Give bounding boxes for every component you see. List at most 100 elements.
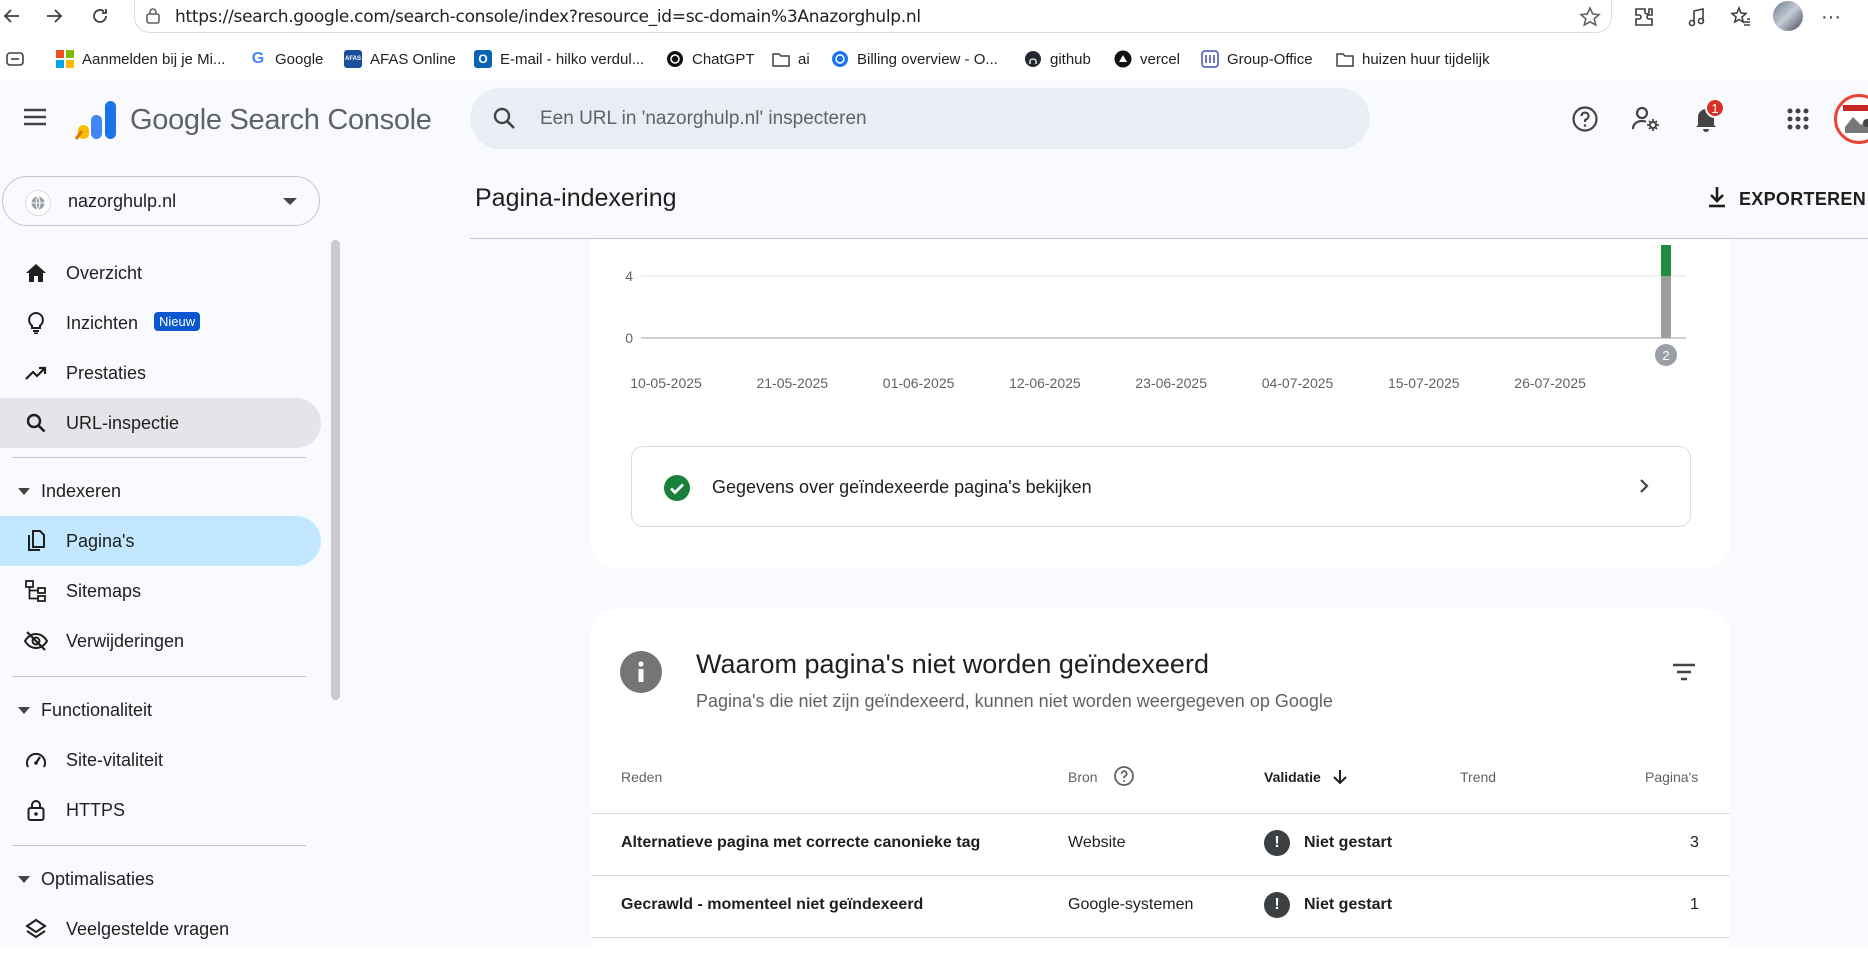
- apps-grid-icon[interactable]: [1783, 104, 1813, 134]
- sidebar-item-prestaties[interactable]: Prestaties: [0, 348, 321, 398]
- sidebar-item-label: Site-vitaliteit: [66, 750, 164, 770]
- table-row: [591, 937, 1730, 957]
- section-functionaliteit[interactable]: Functionaliteit: [0, 690, 321, 730]
- back-icon[interactable]: [0, 4, 24, 28]
- sidebar-item-verwijderingen[interactable]: Verwijderingen: [0, 616, 321, 666]
- bookmark-microsoft[interactable]: Aanmelden bij je Mi...: [56, 48, 225, 70]
- afas-icon: AFAS: [344, 50, 362, 68]
- bookmark-google[interactable]: G Google: [249, 48, 324, 70]
- media-icon[interactable]: [1684, 4, 1710, 30]
- page-title: Pagina-indexering: [475, 184, 677, 212]
- bookmark-label: AFAS Online: [370, 50, 456, 68]
- help-icon[interactable]: [1113, 765, 1135, 790]
- bookmark-label: Aanmelden bij je Mi...: [82, 50, 226, 68]
- bookmark-label: github: [1050, 50, 1091, 68]
- x-tick-label: 26-07-2025: [1514, 375, 1586, 391]
- bookmark-folder-huizen[interactable]: huizen huur tijdelijk: [1336, 48, 1490, 70]
- manage-users-icon[interactable]: [1631, 104, 1661, 134]
- new-badge: Nieuw: [154, 312, 201, 331]
- sidebar-item-overzicht[interactable]: Overzicht: [0, 248, 321, 298]
- bookmark-github[interactable]: github: [1024, 48, 1091, 70]
- property-selector[interactable]: nazorghulp.nl: [2, 176, 320, 226]
- column-header-validatie[interactable]: Validatie: [1264, 769, 1321, 785]
- app-brand[interactable]: Google Search Console: [130, 104, 432, 137]
- filter-icon[interactable]: [1672, 663, 1696, 686]
- group-office-icon: [1201, 50, 1219, 68]
- bookmark-email[interactable]: O E-mail - hilko verdul...: [474, 48, 644, 70]
- sidebar-divider: [12, 457, 306, 458]
- vercel-icon: [1114, 50, 1132, 68]
- sidebar-item-label: Overzicht: [66, 263, 143, 283]
- section-label: Functionaliteit: [41, 700, 153, 720]
- github-icon: [1024, 50, 1042, 68]
- account-avatar[interactable]: [1834, 94, 1868, 144]
- bookmark-vercel[interactable]: vercel: [1114, 48, 1180, 70]
- sidebar-scrollbar[interactable]: [331, 240, 340, 700]
- search-icon: [492, 106, 516, 135]
- reading-list-icon[interactable]: [6, 48, 24, 70]
- bookmark-billing[interactable]: Billing overview - O...: [831, 48, 998, 70]
- view-indexed-pages-link[interactable]: Gegevens over geïndexeerde pagina's beki…: [631, 446, 1691, 527]
- trending-up-icon: [24, 361, 48, 385]
- favorites-icon[interactable]: [1728, 4, 1754, 30]
- forward-icon[interactable]: [42, 4, 66, 28]
- table-row[interactable]: Alternatieve pagina met correcte canonie…: [591, 813, 1730, 875]
- help-icon[interactable]: [1570, 104, 1600, 134]
- sidebar-item-site-vitaliteit[interactable]: Site-vitaliteit: [0, 735, 321, 785]
- speed-icon: [24, 748, 48, 772]
- export-button[interactable]: EXPORTEREN: [1707, 184, 1866, 214]
- row-reason: Alternatieve pagina met correcte canonie…: [621, 834, 981, 851]
- column-header-reden[interactable]: Reden: [621, 769, 662, 785]
- sidebar-item-paginas[interactable]: Pagina's: [0, 516, 321, 566]
- bookmark-afas[interactable]: AFAS AFAS Online: [344, 48, 456, 70]
- url-inspect-search[interactable]: Een URL in 'nazorghulp.nl' inspecteren: [470, 88, 1370, 149]
- sidebar-divider: [12, 676, 306, 677]
- bar-not-indexed: [1661, 276, 1671, 338]
- google-icon: G: [251, 50, 265, 67]
- menu-icon[interactable]: [22, 106, 48, 133]
- search-placeholder[interactable]: Een URL in 'nazorghulp.nl' inspecteren: [540, 108, 867, 130]
- chevron-down-icon: [283, 198, 297, 205]
- bookmark-label: vercel: [1140, 50, 1181, 68]
- bookmark-star-icon[interactable]: [1579, 6, 1601, 33]
- address-bar[interactable]: https://search.google.com/search-console…: [134, 0, 1612, 33]
- sidebar-item-https[interactable]: HTTPS: [0, 785, 321, 835]
- collapse-arrow-icon: [18, 488, 30, 495]
- column-header-bron[interactable]: Bron: [1068, 769, 1098, 785]
- download-icon: [1707, 185, 1727, 214]
- section-label: Indexeren: [41, 481, 122, 501]
- bookmark-chatgpt[interactable]: ChatGPT: [666, 48, 755, 70]
- section-indexeren[interactable]: Indexeren: [0, 471, 321, 511]
- sidebar-item-inzichten[interactable]: Inzichten Nieuw: [0, 298, 321, 348]
- table-row[interactable]: Gecrawld - momenteel niet geïndexeerd Go…: [591, 875, 1730, 937]
- column-header-paginas[interactable]: Pagina's: [1645, 769, 1698, 785]
- more-options-icon[interactable]: ···: [1818, 4, 1844, 30]
- sidebar-item-url-inspectie[interactable]: URL-inspectie: [0, 398, 321, 448]
- url-text[interactable]: https://search.google.com/search-console…: [175, 7, 921, 27]
- row-validation: Niet gestart: [1304, 834, 1393, 851]
- sidebar-item-label: Verwijderingen: [66, 631, 185, 651]
- sidebar-item-sitemaps[interactable]: Sitemaps: [0, 566, 321, 616]
- x-tick-label: 04-07-2025: [1262, 375, 1334, 391]
- sort-arrow-down-icon[interactable]: [1332, 768, 1348, 789]
- sidebar-item-label: Sitemaps: [66, 581, 142, 601]
- extensions-icon[interactable]: [1631, 4, 1657, 30]
- bookmark-label: E-mail - hilko verdul...: [500, 50, 645, 68]
- bar-indexed: [1661, 245, 1671, 276]
- section-label: Optimalisaties: [41, 869, 155, 889]
- bookmark-folder-ai[interactable]: ai: [772, 48, 810, 70]
- browser-profile-avatar[interactable]: [1773, 1, 1803, 31]
- section-optimalisaties[interactable]: Optimalisaties: [0, 859, 321, 899]
- row-source: Google-systemen: [1068, 896, 1194, 913]
- bookmark-group-office[interactable]: Group-Office: [1201, 48, 1313, 70]
- column-header-trend[interactable]: Trend: [1460, 769, 1496, 785]
- layers-icon: [24, 917, 48, 941]
- bookmark-label: huizen huur tijdelijk: [1362, 50, 1490, 68]
- reload-icon[interactable]: [88, 4, 112, 28]
- sidebar-divider: [12, 845, 306, 846]
- globe-icon: [25, 190, 51, 216]
- sitemap-icon: [24, 579, 48, 603]
- site-info-icon[interactable]: [145, 7, 161, 30]
- row-reason: Gecrawld - momenteel niet geïndexeerd: [621, 896, 924, 913]
- card-title: Waarom pagina's niet worden geïndexeerd: [696, 649, 1209, 679]
